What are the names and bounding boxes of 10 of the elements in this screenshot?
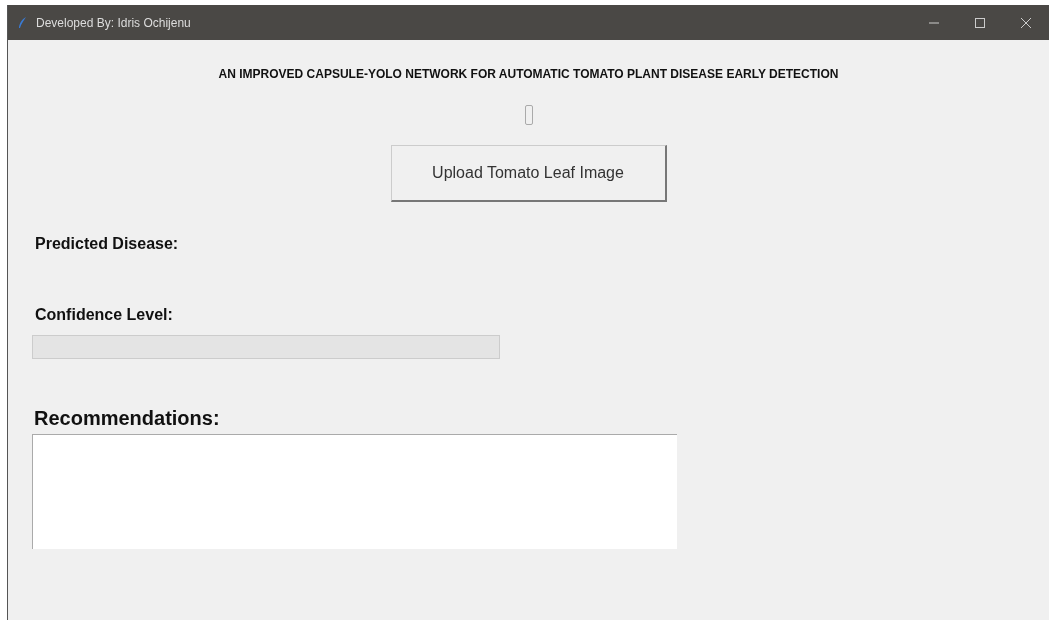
- recommendations-label: Recommendations:: [34, 407, 221, 430]
- image-frame: [524, 105, 533, 125]
- window-title: Developed By: Idris Ochijenu: [36, 15, 192, 30]
- feather-icon: [16, 15, 28, 30]
- maximize-icon: [974, 16, 986, 29]
- upload-button[interactable]: Upload Tomato Leaf Image: [390, 145, 667, 202]
- app-heading: AN IMPROVED CAPSULE-YOLO NETWORK FOR AUTOMATIC TOMATO PLANT DISEASE EARLY DETECTION: [217, 67, 840, 81]
- close-icon: [1020, 16, 1032, 29]
- confidence-label: Confidence Level:: [35, 306, 174, 324]
- predicted-disease-label: Predicted Disease:: [35, 235, 180, 253]
